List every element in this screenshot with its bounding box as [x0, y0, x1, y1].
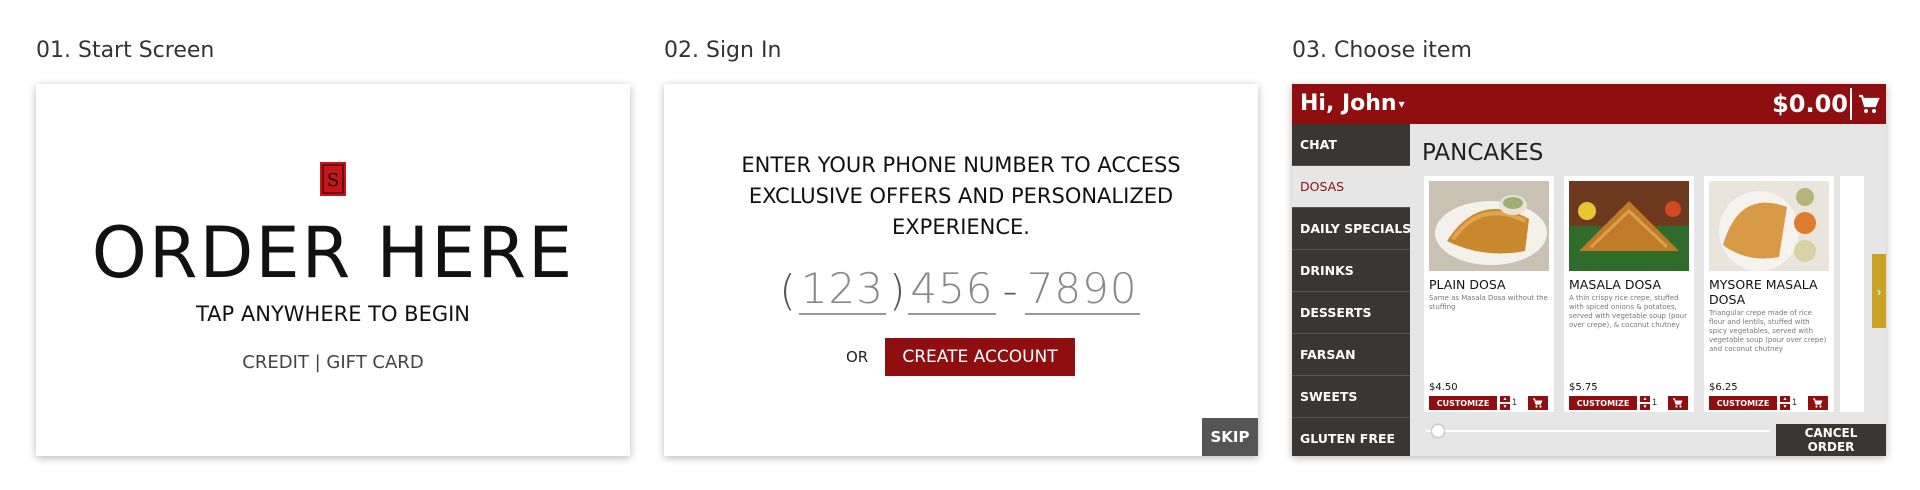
- order-top-bar: Hi, John ▾ $0.00: [1292, 84, 1886, 124]
- item-price: $5.75: [1569, 382, 1598, 393]
- section-title: PANCAKES: [1422, 140, 1544, 166]
- item-description: Same as Masala Dosa without the stuffing: [1429, 294, 1548, 311]
- category-gluten-free[interactable]: GLUTEN FREE: [1292, 418, 1410, 456]
- item-actions: CUSTOMIZE ▲ ▼ 1: [1569, 396, 1689, 410]
- mysore-masala-dosa-image: [1709, 181, 1829, 271]
- svg-text:S: S: [327, 170, 339, 191]
- phone-prompt-text: ENTER YOUR PHONE NUMBER TO ACCESS EXCLUS…: [741, 153, 1181, 239]
- increment-icon[interactable]: ▲: [1780, 396, 1790, 402]
- quantity-stepper[interactable]: ▲ ▼: [1640, 396, 1650, 410]
- carousel-scroll-slider[interactable]: [1426, 425, 1770, 437]
- item-description: Triangular crepe made of rice flour and …: [1709, 309, 1827, 353]
- item-actions: CUSTOMIZE ▲ ▼ 1: [1709, 396, 1829, 410]
- phone-close-paren: ): [888, 266, 906, 315]
- cancel-order-button[interactable]: CANCEL ORDER: [1776, 424, 1886, 456]
- tap-to-begin-text: TAP ANYWHERE TO BEGIN: [195, 302, 471, 326]
- category-sweets[interactable]: SWEETS: [1292, 376, 1410, 418]
- item-actions: CUSTOMIZE ▲ ▼ 1: [1429, 396, 1549, 410]
- menu-item-card[interactable]: PLAIN DOSA Same as Masala Dosa without t…: [1424, 176, 1554, 412]
- screen-title-choose-item: 03. Choose item: [1292, 38, 1472, 63]
- phone-number-input[interactable]: ( 123 ) 456 - 7890: [664, 264, 1258, 315]
- increment-icon[interactable]: ▲: [1500, 396, 1510, 402]
- greeting-text: Hi, John: [1300, 91, 1397, 116]
- item-name: MASALA DOSA: [1569, 277, 1662, 292]
- order-total: $0.00: [1772, 90, 1848, 118]
- menu-item-card[interactable]: MYSORE MASALA DOSA Triangular crepe made…: [1704, 176, 1834, 412]
- next-card-peek: [1840, 176, 1864, 412]
- category-dosas[interactable]: DOSAS: [1292, 166, 1410, 208]
- order-here-headline: ORDER HERE: [91, 212, 575, 294]
- cart-icon[interactable]: [1850, 88, 1886, 120]
- category-chat[interactable]: CHAT: [1292, 124, 1410, 166]
- add-to-cart-icon[interactable]: [1528, 396, 1548, 410]
- or-label: OR: [846, 348, 869, 366]
- category-daily-specials[interactable]: DAILY SPECIALS: [1292, 208, 1411, 250]
- decrement-icon[interactable]: ▼: [1780, 404, 1790, 410]
- customize-button[interactable]: CUSTOMIZE: [1429, 396, 1497, 410]
- increment-icon[interactable]: ▲: [1640, 396, 1650, 402]
- quantity-stepper[interactable]: ▲ ▼: [1500, 396, 1510, 410]
- restaurant-logo-icon: S: [320, 162, 346, 196]
- item-description: A thin crispy rice crepe, stuffed with s…: [1569, 294, 1687, 329]
- category-farsan[interactable]: FARSAN: [1292, 334, 1410, 376]
- add-to-cart-icon[interactable]: [1668, 396, 1688, 410]
- skip-button[interactable]: SKIP: [1202, 418, 1258, 456]
- caret-down-icon: ▾: [1398, 97, 1405, 111]
- choose-item-screen: Hi, John ▾ $0.00 CHAT DOSAS DAILY SPECIAL…: [1292, 84, 1886, 456]
- masala-dosa-image: [1569, 181, 1689, 271]
- plain-dosa-image: [1429, 181, 1549, 271]
- item-quantity: 1: [1652, 397, 1658, 407]
- customize-button[interactable]: CUSTOMIZE: [1569, 396, 1637, 410]
- item-quantity: 1: [1512, 397, 1518, 407]
- quantity-stepper[interactable]: ▲ ▼: [1780, 396, 1790, 410]
- menu-item-card[interactable]: MASALA DOSA A thin crispy rice crepe, st…: [1564, 176, 1694, 412]
- decrement-icon[interactable]: ▼: [1640, 404, 1650, 410]
- start-screen[interactable]: S ORDER HERE TAP ANYWHERE TO BEGIN CREDI…: [36, 84, 630, 456]
- phone-prefix-field[interactable]: 456: [908, 264, 996, 315]
- slider-thumb[interactable]: [1432, 425, 1444, 437]
- phone-dash: -: [1002, 266, 1018, 315]
- create-account-button[interactable]: CREATE ACCOUNT: [885, 338, 1075, 376]
- screen-title-start: 01. Start Screen: [36, 38, 215, 63]
- category-sidebar: CHAT DOSAS DAILY SPECIALS DRINKS DESSERT…: [1292, 124, 1411, 456]
- decrement-icon[interactable]: ▼: [1500, 404, 1510, 410]
- screen-title-signin: 02. Sign In: [664, 38, 782, 63]
- item-price: $4.50: [1429, 382, 1458, 393]
- category-desserts[interactable]: DESSERTS: [1292, 292, 1410, 334]
- payment-methods-text: CREDIT | GIFT CARD: [242, 352, 424, 373]
- phone-area-code-field[interactable]: 123: [798, 264, 886, 315]
- item-quantity: 1: [1792, 397, 1798, 407]
- signin-screen: ENTER YOUR PHONE NUMBER TO ACCESS EXCLUS…: [664, 84, 1258, 456]
- phone-open-paren: (: [779, 266, 796, 315]
- item-price: $6.25: [1709, 382, 1738, 393]
- customize-button[interactable]: CUSTOMIZE: [1709, 396, 1777, 410]
- add-to-cart-icon[interactable]: [1808, 396, 1828, 410]
- user-greeting-dropdown[interactable]: Hi, John ▾: [1300, 91, 1405, 116]
- item-name: PLAIN DOSA: [1429, 277, 1506, 292]
- phone-line-field[interactable]: 7890: [1024, 264, 1140, 315]
- category-drinks[interactable]: DRINKS: [1292, 250, 1410, 292]
- item-name: MYSORE MASALA DOSA: [1709, 277, 1818, 307]
- chevron-right-icon[interactable]: ›: [1872, 254, 1886, 328]
